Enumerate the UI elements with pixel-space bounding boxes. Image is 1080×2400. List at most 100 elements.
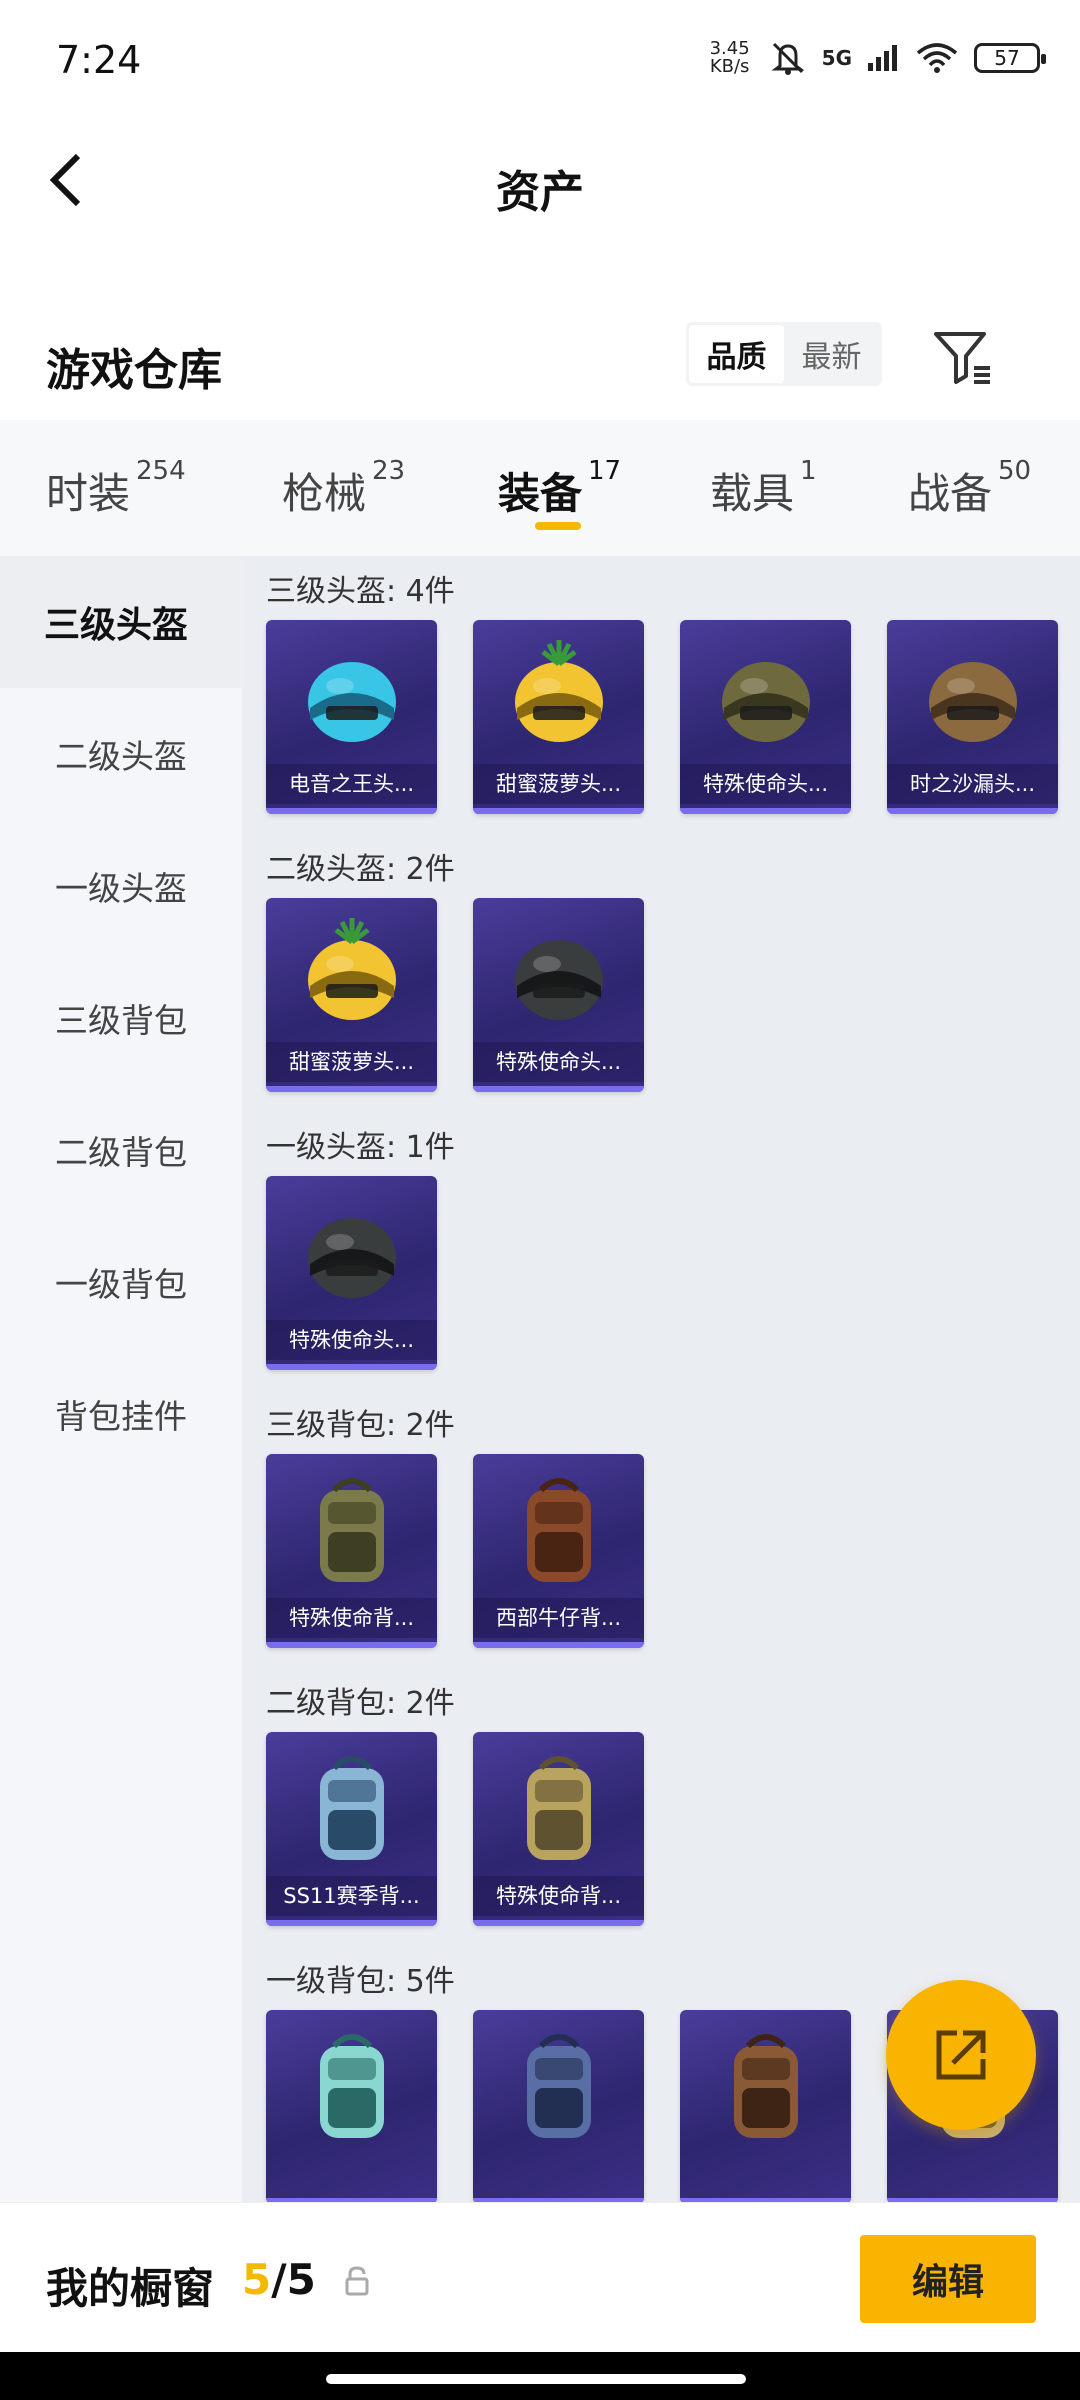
tab-count: 254	[136, 456, 186, 486]
sidebar-item-backpack-charm[interactable]: 背包挂件	[0, 1348, 242, 1480]
sidebar-item-helmet-lv2[interactable]: 二级头盔	[0, 688, 242, 820]
item-card[interactable]	[266, 2010, 437, 2202]
showcase-count-current: 5	[242, 2255, 272, 2304]
item-grid: 特殊使命头...	[266, 1176, 1080, 1370]
item-image	[266, 1186, 437, 1322]
item-section: 二级头盔: 2件 甜蜜菠萝头... 特殊使命头...	[242, 834, 1080, 1092]
battery-indicator: 57	[974, 43, 1046, 73]
system-nav-bar	[0, 2352, 1080, 2400]
item-image	[473, 630, 644, 766]
status-time: 7:24	[56, 38, 142, 82]
warehouse-title: 游戏仓库	[46, 345, 222, 396]
item-name: 西部牛仔背...	[473, 1598, 644, 1638]
tab-indicator	[535, 522, 581, 530]
tab-weapons[interactable]: 枪械 23	[282, 456, 405, 521]
item-image	[473, 2020, 644, 2156]
share-fab[interactable]	[886, 1980, 1036, 2130]
item-grid: 特殊使命背... 西部牛仔背...	[266, 1454, 1080, 1648]
item-name: 特殊使命背...	[266, 1598, 437, 1638]
navbar: 资产	[0, 120, 1080, 240]
item-card[interactable]: 西部牛仔背...	[473, 1454, 644, 1648]
signal-icon	[868, 45, 897, 71]
item-card[interactable]	[473, 2010, 644, 2202]
home-indicator[interactable]	[326, 2374, 746, 2384]
tab-label: 装备	[498, 469, 583, 518]
filter-icon	[934, 332, 990, 384]
backpack-blue-icon	[319, 1756, 384, 1860]
item-grid: 甜蜜菠萝头... 特殊使命头...	[266, 898, 1080, 1092]
sidebar-item-backpack-lv2[interactable]: 二级背包	[0, 1084, 242, 1216]
helmet-olive-icon	[721, 662, 810, 742]
tab-combat-gear[interactable]: 战备 50	[908, 456, 1031, 521]
sidebar: 三级头盔 二级头盔 一级头盔 三级背包 二级背包 一级背包 背包挂件	[0, 556, 242, 2202]
item-card[interactable]: 时之沙漏头...	[887, 620, 1058, 814]
item-image	[266, 1742, 437, 1878]
item-name: 特殊使命头...	[473, 1042, 644, 1082]
item-name: 甜蜜菠萝头...	[266, 1042, 437, 1082]
item-image	[680, 630, 851, 766]
helmet-pineapple-icon	[307, 918, 396, 1020]
edit-button[interactable]: 编辑	[860, 2235, 1036, 2323]
item-card[interactable]: 特殊使命头...	[266, 1176, 437, 1370]
item-card[interactable]: 特殊使命背...	[266, 1454, 437, 1648]
section-title: 三级头盔: 4件	[266, 574, 455, 609]
item-section: 二级背包: 2件 SS11赛季背... 特殊使命背...	[242, 1668, 1080, 1926]
backpack-khaki-icon	[526, 1756, 591, 1860]
showcase-label: 我的橱窗	[46, 2264, 215, 2313]
page-title: 资产	[496, 167, 584, 218]
tab-count: 50	[998, 456, 1032, 486]
helmet-cyan-icon	[307, 662, 396, 742]
sort-quality[interactable]: 品质	[689, 325, 784, 383]
item-grid: 电音之王头... 甜蜜菠萝头... 特殊使命头... 时之沙漏头...	[266, 620, 1080, 814]
tab-vehicles[interactable]: 载具 1	[710, 456, 817, 521]
item-image	[887, 630, 1058, 766]
backpack-leather-icon	[733, 2034, 798, 2138]
item-image	[473, 1742, 644, 1878]
tab-equipment[interactable]: 装备 17	[498, 456, 621, 521]
item-card[interactable]: 特殊使命背...	[473, 1732, 644, 1926]
item-name: 甜蜜菠萝头...	[473, 764, 644, 804]
showcase-count-total: /5	[271, 2255, 316, 2304]
network-type: 5G	[821, 46, 852, 70]
net-speed-unit: KB/s	[709, 56, 750, 77]
item-name: 时之沙漏头...	[887, 764, 1058, 804]
item-card[interactable]: 甜蜜菠萝头...	[473, 620, 644, 814]
item-section: 三级背包: 2件特殊使命背... 西部牛仔背...	[242, 1390, 1080, 1648]
helmet-black-icon	[307, 1218, 396, 1298]
tab-fashion[interactable]: 时装 254	[46, 456, 186, 521]
item-image	[473, 908, 644, 1044]
item-card[interactable]: 特殊使命头...	[473, 898, 644, 1092]
showcase-count: 5/5	[242, 2255, 316, 2304]
sort-newest[interactable]: 最新	[784, 325, 879, 383]
sort-toggle: 品质 最新	[686, 322, 882, 386]
item-grid: SS11赛季背... 特殊使命背...	[266, 1732, 1080, 1926]
tab-label: 战备	[908, 469, 993, 518]
status-bar: 7:24 3.45 KB/s 5G 57	[0, 0, 1080, 120]
item-name: 特殊使命头...	[266, 1320, 437, 1360]
item-card[interactable]: 电音之王头...	[266, 620, 437, 814]
item-card[interactable]	[680, 2010, 851, 2202]
backpack-olive-icon	[319, 1478, 384, 1582]
filter-button[interactable]	[930, 324, 996, 390]
item-section: 三级头盔: 4件电音之王头... 甜蜜菠萝头... 特殊使命头... 时之沙漏头...	[242, 556, 1080, 814]
item-card[interactable]: 甜蜜菠萝头...	[266, 898, 437, 1092]
sidebar-item-helmet-lv3[interactable]: 三级头盔	[0, 556, 242, 688]
battery-level: 57	[994, 46, 1020, 70]
section-title: 三级背包: 2件	[266, 1408, 455, 1443]
tab-label: 载具	[710, 469, 795, 518]
item-image	[266, 2020, 437, 2156]
item-image	[266, 630, 437, 766]
sidebar-item-backpack-lv1[interactable]: 一级背包	[0, 1216, 242, 1348]
sidebar-item-backpack-lv3[interactable]: 三级背包	[0, 952, 242, 1084]
item-name: 特殊使命头...	[680, 764, 851, 804]
backpack-teal-icon	[319, 2034, 384, 2138]
item-card[interactable]: 特殊使命头...	[680, 620, 851, 814]
tab-label: 枪械	[282, 469, 367, 518]
tab-label: 时装	[46, 469, 131, 518]
tab-count: 17	[588, 456, 622, 486]
item-image	[266, 908, 437, 1044]
category-tabs: 时装 254 枪械 23 装备 17 载具 1 战备 50	[0, 420, 1080, 556]
lock-icon	[345, 2266, 369, 2296]
item-card[interactable]: SS11赛季背...	[266, 1732, 437, 1926]
sidebar-item-helmet-lv1[interactable]: 一级头盔	[0, 820, 242, 952]
